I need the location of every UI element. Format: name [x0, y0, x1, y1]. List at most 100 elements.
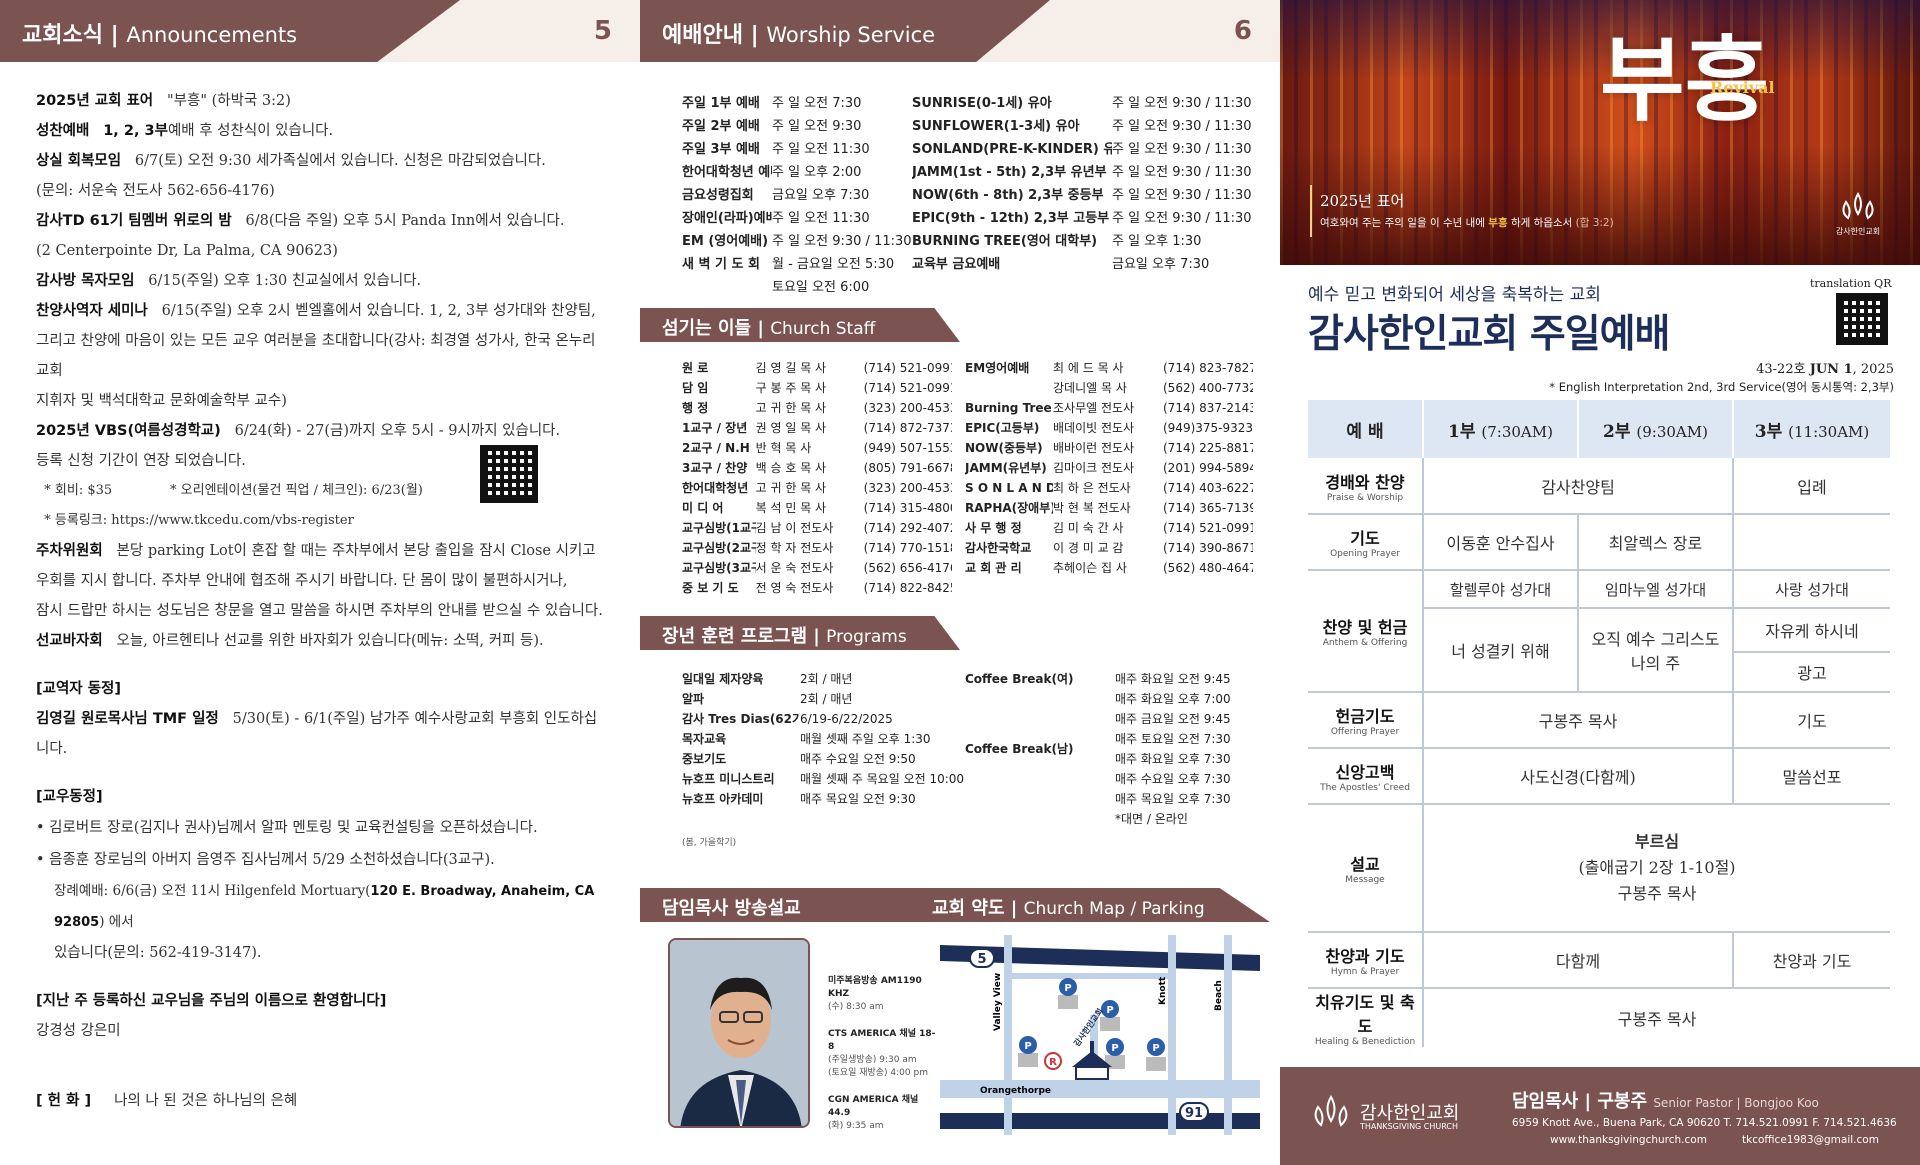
item-heading: 성찬예배 — [36, 123, 90, 139]
vbs-link[interactable]: * 등록링크: https://www.tkcedu.com/vbs-regis… — [36, 506, 604, 536]
motto-year: 2025년 표어 — [1320, 192, 1405, 210]
street-label: Valley View — [993, 973, 1003, 1031]
item-label: JAMM(1st - 5th) 2,3부 유년부 — [912, 165, 1107, 180]
item-value: 박 현 복 전도사 — [1053, 501, 1131, 515]
program-time: *대면 / 온라인 — [1115, 812, 1188, 826]
list-item: 교구심방(3교구)서 운 숙 전도사 (562) 656-4176 (C) — [682, 558, 952, 578]
translation-qr-code[interactable] — [1836, 293, 1888, 345]
item-value: (714) 292-4072 (C) — [863, 521, 952, 535]
list-item: 2교구 / N.H 반 혁 목 사 (949) 507-1553 (C) — [682, 438, 952, 458]
item-value: (714) 770-1518 (C) — [863, 541, 952, 555]
broadcast-item: CTS AMERICA 채널 18-8 (주일생방송) 9:30 am (토요일 재… — [828, 1028, 938, 1080]
footer-email[interactable]: tkcoffice1983@gmail.com — [1742, 1134, 1879, 1146]
staff-list-right: EM영어예배 최 에 드 목 사 (714) 823-7827 (C) 강데니엘 목 … — [965, 358, 1265, 578]
list-item: 새 벽 기 도 회 월 - 금요일 오전 5:30 — [682, 253, 922, 276]
item-label: EPIC(고등부) — [965, 421, 1040, 435]
street-label: Knott — [1158, 976, 1168, 1005]
list-item: NOW(6th - 8th) 2,3부 중등부 주 일 오전 9:30 / 11:… — [912, 184, 1262, 207]
item-value: (323) 200-4533 (C) — [863, 481, 952, 495]
restaurant-icon: R — [1044, 1052, 1062, 1070]
col-header-2nd: 2부 (9:30AM) — [1578, 400, 1734, 458]
revival-banner: 부흥 Revival 2025년 표어 여호와여 주는 주의 일을 이 수년 내… — [1280, 0, 1920, 265]
program-time: 매주 수요일 오후 7:30 — [1115, 772, 1231, 786]
list-item: 목자교육 매월 셋째 주일 오후 1:30 — [682, 729, 982, 749]
announcements-page: 교회소식 | Announcements 5 2025년 교회 표어 "부흥" … — [0, 0, 640, 1165]
item-label: 교 회 관 리 — [965, 561, 1022, 575]
item-text: "부흥" (하박국 3:2) — [166, 93, 291, 109]
list-item: 한어대학청년 고 귀 한 목 사 (323) 200-4533 (C) — [682, 478, 952, 498]
item-text: 본당 parking Lot이 혼잡 할 때는 주차부에서 본당 출입을 잠시 … — [116, 543, 596, 559]
section-title-en: Church Staff — [770, 319, 876, 339]
item-value: 주 일 오전 9:30 / 11:30 — [1112, 188, 1252, 203]
footer-pastor: 담임목사 | 구봉주 Senior Pastor | Bongjoo Koo — [1512, 1091, 1819, 1112]
item-text: 있습니다(문의: 562-419-3147). — [54, 945, 262, 961]
item-value: 전 영 숙 전도사 — [755, 581, 834, 595]
item-text: 6/15(주일) 오후 1:30 친교실에서 있습니다. — [148, 273, 422, 289]
broadcast-channel: CGN AMERICA 채널 44.9 — [828, 1095, 919, 1118]
item-label: 3교구 / 찬양 — [682, 461, 748, 475]
worship-service-page: 예배안내 | Worship Service 6 주일 1부 예배 주 일 오전 … — [640, 0, 1280, 1165]
item-label: 목자교육 — [682, 732, 727, 746]
item-label — [965, 378, 1053, 398]
item-label: 금요성령집회 — [682, 188, 754, 203]
item-value: (714) 837-2143 (C) — [1163, 401, 1253, 415]
vbs-qr-code[interactable] — [480, 445, 538, 503]
item-heading: 2025년 VBS(여름성경학교) — [36, 423, 221, 439]
col-header-1st: 1부 (7:30AM) — [1423, 400, 1579, 458]
footer-website[interactable]: www.thanksgivingchurch.com — [1550, 1134, 1707, 1146]
list-item: RAPHA(장애부)박 현 복 전도사 (714) 365-7139 (C) — [965, 498, 1265, 518]
section-heading: [교우동정] — [36, 789, 103, 805]
item-text: 우회를 지시 합니다. 주차부 안내에 협조해 주시기 바랍니다. 단 몸이 많… — [36, 573, 568, 589]
svg-text:P: P — [1024, 1041, 1031, 1052]
broadcast-time: (수) 8:30 am — [828, 1002, 884, 1012]
item-value: 백 승 호 목 사 — [755, 461, 827, 475]
list-item: 교육부 금요예배 금요일 오후 7:30 — [912, 253, 1262, 276]
announcement-item: 상실 회복모임 6/7(토) 오전 9:30 세가족실에서 있습니다. 신청은 … — [36, 146, 604, 176]
table-row: 치유기도 및 축도 Healing & Benediction 구봉주 목사 — [1308, 988, 1890, 1047]
item-value: 6/19-6/22/2025 — [800, 712, 893, 726]
item-heading: 감사방 목자모임 — [36, 273, 135, 289]
item-value: 금요일 오후 7:30 — [772, 188, 870, 203]
list-item: 1교구 / 장년 권 영 일 목 사 (714) 872-7373 (C) — [682, 418, 952, 438]
svg-text:P: P — [1064, 983, 1071, 994]
item-value: 주 일 오전 9:30 / 11:30 — [1112, 96, 1252, 111]
page-title: 예배안내 — [662, 23, 743, 48]
item-value: (714) 822-8425 (C) — [863, 581, 952, 595]
program-times: 매주 토요일 오전 7:30 매주 화요일 오후 7:30 매주 수요일 오후 7:… — [1115, 729, 1231, 829]
list-item: SUNFLOWER(1-3세) 유아 주 일 오전 9:30 / 11:30 — [912, 115, 1262, 138]
item-value: (201) 994-5894 (C) — [1163, 461, 1253, 475]
list-item: 뉴호프 미니스트리 매월 셋째 주 목요일 오전 10:00 — [682, 769, 982, 789]
table-row: 경배와 찬양 Praise & Worship 감사찬양팀 입례 — [1308, 458, 1890, 515]
item-label: 주일 2부 예배 — [682, 119, 760, 134]
church-map[interactable]: 5 91 Valley View Knott Beach Orangethorp… — [940, 935, 1270, 1135]
list-item: S O N L A N D최 하 은 전도사 (714) 403-6227 (C) — [965, 478, 1265, 498]
list-item: 3교구 / 찬양 백 승 호 목 사 (805) 791-6678 (C) — [682, 458, 952, 478]
flame-logo-icon — [1842, 192, 1874, 220]
staff-header: 섬기는 이들 | Church Staff — [640, 308, 960, 342]
item-label: RAPHA(장애부) — [965, 501, 1053, 515]
item-value: (562) 400-7732 (C) — [1163, 381, 1253, 395]
section-heading: [지난 주 등록하신 교우님을 주님의 이름으로 환영합니다] — [36, 993, 387, 1009]
item-label: 교육부 금요예배 — [912, 257, 1001, 272]
translation-qr-label: translation QR — [1810, 277, 1892, 290]
list-item: EPIC(9th - 12th) 2,3부 고등부 주 일 오전 9:30 / 1… — [912, 207, 1262, 230]
item-label: 중보기도 — [682, 752, 727, 766]
section-title-en: Church Map / Parking — [1023, 899, 1205, 919]
item-value: 주 일 오전 11:30 — [772, 211, 870, 226]
item-value: 주 일 오후 2:00 — [772, 165, 862, 180]
item-value: (714) 403-6227 (C) — [1163, 481, 1253, 495]
item-value: (714) 390-8671 (C) — [1163, 541, 1253, 555]
item-value: 매주 목요일 오전 9:30 — [800, 792, 916, 806]
item-label: 주일 1부 예배 — [682, 96, 760, 111]
item-text: (문의: 서운숙 전도사 562-656-4176) — [36, 183, 275, 199]
list-item: Burning Tree조사무엘 전도사 (714) 837-2143 (C) — [965, 398, 1265, 418]
item-label: 1교구 / 장년 — [682, 421, 748, 435]
list-item: 주일 1부 예배 주 일 오전 7:30 — [682, 92, 922, 115]
item-value: (714) 225-8817 (C) — [1163, 441, 1253, 455]
item-value: (562) 656-4176 (C) — [863, 561, 952, 575]
section-title-en: Programs — [826, 627, 907, 647]
item-heading: 상실 회복모임 — [36, 153, 122, 169]
item-text: 6/15(주일) 오후 2시 벧엘홀에서 있습니다. 1, 2, 3부 성가대와… — [161, 303, 596, 319]
street-label: Orangethorpe — [980, 1086, 1051, 1096]
item-value: (714) 365-7139 (C) — [1163, 501, 1253, 515]
